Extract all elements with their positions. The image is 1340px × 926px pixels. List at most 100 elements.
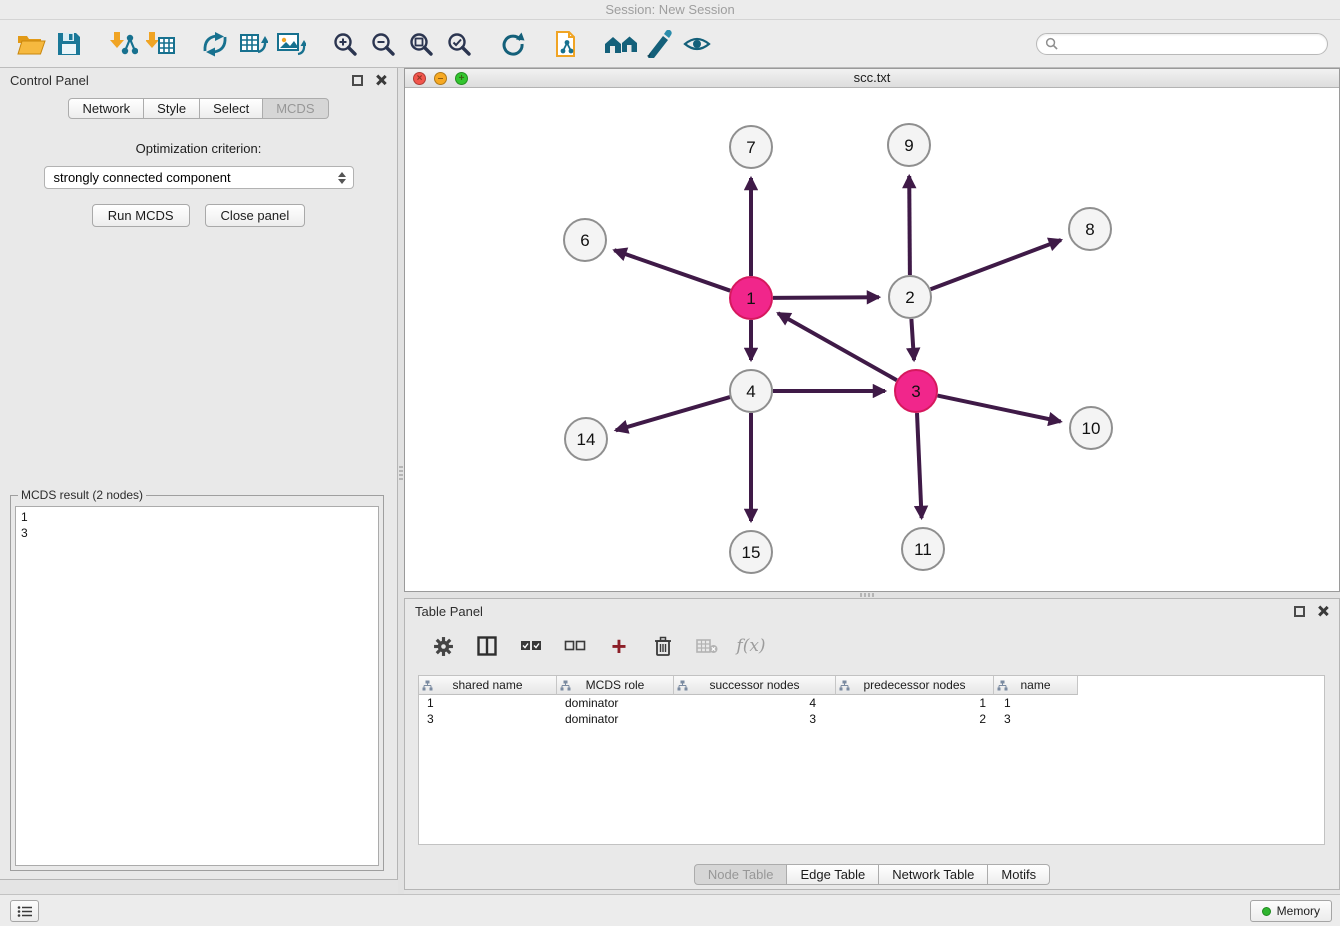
criterion-dropdown[interactable]: strongly connected component	[44, 166, 354, 189]
graph-edge[interactable]	[909, 176, 910, 275]
graph-edge[interactable]	[938, 396, 1061, 422]
zoom-selected-button[interactable]	[440, 25, 478, 63]
status-bar: Memory	[0, 894, 1340, 926]
zoom-in-icon	[332, 31, 358, 57]
new-table-button[interactable]	[234, 25, 272, 63]
graph-node[interactable]: 15	[730, 531, 772, 573]
zoom-out-button[interactable]	[364, 25, 402, 63]
window-zoom-button[interactable]: +	[455, 72, 468, 85]
save-session-button[interactable]	[50, 25, 88, 63]
import-table-button[interactable]	[142, 25, 180, 63]
table-cell: 1	[994, 695, 1078, 711]
control-panel-tabs: Network Style Select MCDS	[0, 98, 397, 119]
create-column-button[interactable]: +	[605, 632, 633, 660]
graph-edge[interactable]	[778, 313, 897, 380]
tab-select[interactable]: Select	[200, 98, 263, 119]
memory-label: Memory	[1277, 904, 1320, 918]
show-hide-icon	[683, 33, 711, 55]
tab-network[interactable]: Network	[68, 98, 144, 119]
search-box[interactable]	[1036, 33, 1328, 55]
clone-network-icon	[553, 30, 581, 58]
window-minimize-button[interactable]: –	[434, 72, 447, 85]
graph-edge[interactable]	[773, 297, 879, 298]
show-columns-button[interactable]	[473, 632, 501, 660]
table-row[interactable]: 3dominator323	[419, 711, 1324, 727]
new-network-button[interactable]	[196, 25, 234, 63]
column-header-MCDS-role[interactable]: MCDS role	[557, 676, 674, 695]
close-panel-button[interactable]: Close panel	[205, 204, 306, 227]
select-all-columns-button[interactable]	[517, 632, 545, 660]
table-panel: Table Panel + f(x) shared nameMCDS roles…	[404, 598, 1340, 890]
control-panel-title: Control Panel	[10, 73, 89, 88]
criterion-value: strongly connected component	[54, 170, 231, 185]
search-input[interactable]	[1063, 35, 1319, 53]
float-panel-icon[interactable]	[352, 75, 363, 86]
graph-node[interactable]: 3	[895, 370, 937, 412]
graph-edge[interactable]	[614, 250, 730, 291]
node-label: 7	[746, 138, 755, 157]
zoom-fit-button[interactable]	[402, 25, 440, 63]
network-canvas[interactable]: 7 9 6 8 1 2 4 3 14 10 15 11	[405, 88, 1339, 591]
node-label: 10	[1082, 419, 1101, 438]
close-panel-icon[interactable]	[1317, 605, 1329, 617]
import-network-button[interactable]	[104, 25, 142, 63]
zoom-in-button[interactable]	[326, 25, 364, 63]
mcds-result-item: 1	[21, 509, 373, 525]
graph-node[interactable]: 7	[730, 126, 772, 168]
graph-node[interactable]: 8	[1069, 208, 1111, 250]
table-cell: 3	[419, 711, 557, 727]
home-layout-button[interactable]	[602, 25, 640, 63]
new-network-from-table-icon	[238, 30, 268, 58]
graph-node[interactable]: 1	[730, 277, 772, 319]
deselect-all-columns-button[interactable]	[561, 632, 589, 660]
refresh-button[interactable]	[494, 25, 532, 63]
close-panel-icon[interactable]	[375, 74, 387, 86]
mcds-result-list[interactable]: 1 3	[15, 506, 379, 866]
import-table-icon	[146, 30, 176, 58]
graph-node[interactable]: 9	[888, 124, 930, 166]
table-settings-button[interactable]	[429, 632, 457, 660]
column-header-successor-nodes[interactable]: successor nodes	[674, 676, 836, 695]
run-mcds-button[interactable]: Run MCDS	[92, 204, 190, 227]
graph-node[interactable]: 2	[889, 276, 931, 318]
apply-style-button[interactable]	[640, 25, 678, 63]
export-image-button[interactable]	[272, 25, 310, 63]
tab-network-table[interactable]: Network Table	[879, 864, 988, 885]
show-hide-button[interactable]	[678, 25, 716, 63]
node-label: 1	[746, 289, 755, 308]
node-label: 2	[905, 288, 914, 307]
node-label: 6	[580, 231, 589, 250]
graph-node[interactable]: 4	[730, 370, 772, 412]
table-cell: 1	[419, 695, 557, 711]
graph-node[interactable]: 11	[902, 528, 944, 570]
tab-edge-table[interactable]: Edge Table	[787, 864, 879, 885]
tab-mcds[interactable]: MCDS	[263, 98, 328, 119]
graph-node[interactable]: 14	[565, 418, 607, 460]
window-close-button[interactable]: ×	[413, 72, 426, 85]
app-title: Session: New Session	[0, 0, 1340, 20]
node-label: 4	[746, 382, 755, 401]
open-file-button[interactable]	[12, 25, 50, 63]
graph-edge[interactable]	[931, 240, 1061, 289]
graph-edge[interactable]	[616, 397, 730, 430]
task-history-button[interactable]	[10, 900, 39, 922]
delete-column-button[interactable]	[649, 632, 677, 660]
graph-edge[interactable]	[917, 413, 922, 518]
column-header-predecessor-nodes[interactable]: predecessor nodes	[836, 676, 994, 695]
tab-style[interactable]: Style	[144, 98, 200, 119]
float-panel-icon[interactable]	[1294, 606, 1305, 617]
graph-node[interactable]: 10	[1070, 407, 1112, 449]
column-header-name[interactable]: name	[994, 676, 1078, 695]
tab-node-table[interactable]: Node Table	[694, 864, 788, 885]
column-label: successor nodes	[709, 678, 799, 692]
clone-network-button[interactable]	[548, 25, 586, 63]
table-row[interactable]: 1dominator411	[419, 695, 1324, 711]
node-label: 8	[1085, 220, 1094, 239]
tab-motifs[interactable]: Motifs	[988, 864, 1050, 885]
column-header-shared-name[interactable]: shared name	[419, 676, 557, 695]
memory-button[interactable]: Memory	[1250, 900, 1332, 922]
graph-edge[interactable]	[911, 319, 914, 360]
delete-table-icon	[696, 638, 718, 654]
graph-node[interactable]: 6	[564, 219, 606, 261]
import-network-icon	[108, 30, 138, 58]
